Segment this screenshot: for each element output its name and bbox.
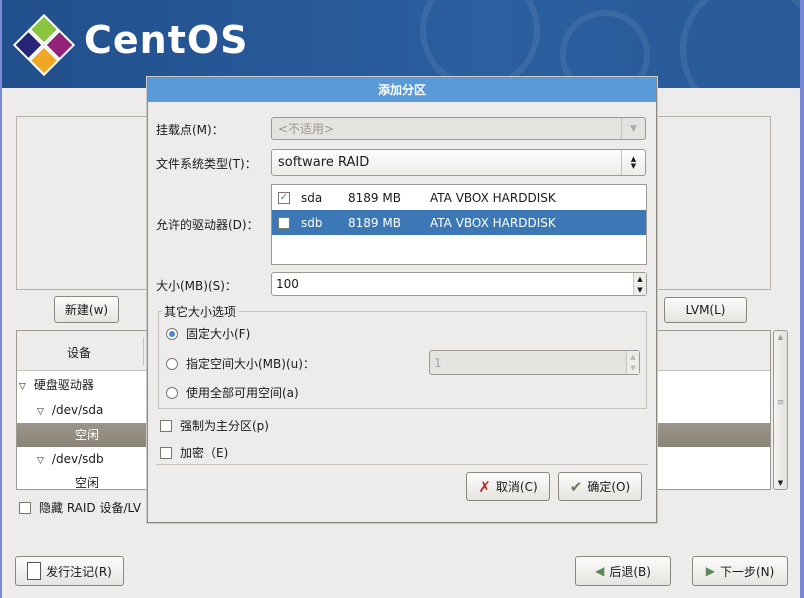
separator bbox=[156, 464, 648, 465]
drives-list[interactable]: ✓ sda 8189 MB ATA VBOX HARDDISK sdb 8189 MB A… bbox=[271, 184, 647, 265]
arrow-left-icon: ◀ bbox=[595, 564, 605, 578]
expander-icon[interactable]: ▽ bbox=[19, 375, 26, 399]
cancel-x-icon: ✗ bbox=[478, 477, 491, 496]
next-label: 下一步(N) bbox=[719, 564, 775, 579]
right-border bbox=[800, 0, 804, 598]
other-size-options-title: 其它大小选项 bbox=[162, 303, 239, 320]
next-button[interactable]: ▶ 下一步(N) bbox=[692, 556, 788, 586]
size-spinner[interactable]: 100 ▲ ▼ bbox=[271, 272, 647, 296]
fs-type-label: 文件系统类型(T)： bbox=[156, 157, 257, 171]
spin-arrows-icon[interactable]: ▲ ▼ bbox=[633, 273, 646, 295]
tree-row-label: 空闲 bbox=[75, 428, 100, 442]
drive-row[interactable]: ✓ sda 8189 MB ATA VBOX HARDDISK bbox=[272, 185, 646, 210]
add-partition-dialog: 添加分区 挂载点(M)： <不适用> ▼ 文件系统类型(T)： software … bbox=[147, 77, 657, 523]
expander-icon[interactable]: ▽ bbox=[37, 449, 44, 473]
radio-selected-icon[interactable] bbox=[166, 327, 178, 340]
fill-to-size-spinner: 1 ▲ ▼ bbox=[429, 350, 640, 375]
drive-size: 8189 MB bbox=[348, 215, 401, 230]
hide-raid-label: 隐藏 RAID 设备/LV bbox=[39, 501, 142, 515]
radio-fixed-size[interactable]: 固定大小(F) bbox=[166, 325, 250, 342]
left-border bbox=[0, 0, 2, 598]
tree-row-label: 硬盘驱动器 bbox=[33, 378, 94, 392]
radio-icon[interactable] bbox=[166, 386, 178, 399]
radio-icon[interactable] bbox=[166, 357, 178, 370]
release-notes-button[interactable]: 发行注记(R) bbox=[15, 556, 124, 586]
drive-row-selected[interactable]: sdb 8189 MB ATA VBOX HARDDISK bbox=[272, 210, 646, 235]
radio-label: 指定空间大小(MB)(u)： bbox=[186, 357, 315, 371]
release-notes-label: 发行注记(R) bbox=[46, 564, 112, 579]
checkbox-checked-icon[interactable]: ✓ bbox=[278, 191, 290, 204]
radio-fill-to-size[interactable]: 指定空间大小(MB)(u)： bbox=[166, 355, 315, 372]
new-button[interactable]: 新建(w) bbox=[54, 296, 119, 323]
drive-name: sda bbox=[301, 190, 323, 205]
spin-arrows-icon: ▲ ▼ bbox=[626, 351, 639, 374]
dialog-title: 添加分区 bbox=[148, 78, 656, 102]
checkbox-icon[interactable] bbox=[160, 446, 172, 459]
drive-model: ATA VBOX HARDDISK bbox=[430, 190, 556, 205]
drives-label: 允许的驱动器(D)： bbox=[156, 218, 259, 232]
document-icon bbox=[27, 562, 42, 580]
tree-row-label: /dev/sda bbox=[51, 403, 104, 417]
cancel-label: 取消(C) bbox=[495, 480, 538, 494]
force-primary-label: 强制为主分区(p) bbox=[180, 419, 269, 433]
radio-label: 固定大小(F) bbox=[186, 327, 251, 341]
chevron-down-icon: ▼ bbox=[621, 118, 645, 139]
cancel-button[interactable]: ✗ 取消(C) bbox=[466, 472, 550, 501]
checkbox-icon[interactable] bbox=[278, 216, 290, 229]
tree-row-label: /dev/sdb bbox=[51, 452, 104, 466]
drive-model: ATA VBOX HARDDISK bbox=[430, 215, 556, 230]
mount-point-value: <不适用> bbox=[278, 122, 335, 136]
ok-label: 确定(O) bbox=[587, 480, 631, 494]
tree-scrollbar[interactable]: ▲ ≡ ▼ bbox=[773, 330, 788, 490]
encrypt-label: 加密（E) bbox=[180, 446, 229, 460]
hide-raid-checkbox[interactable]: 隐藏 RAID 设备/LV bbox=[19, 499, 141, 516]
back-label: 后退(B) bbox=[609, 564, 651, 579]
ok-button[interactable]: ✔ 确定(O) bbox=[558, 472, 642, 501]
size-label: 大小(MB)(S)： bbox=[156, 279, 237, 293]
back-button[interactable]: ◀ 后退(B) bbox=[575, 556, 671, 586]
fill-to-value: 1 bbox=[434, 355, 442, 370]
drive-size: 8189 MB bbox=[348, 190, 401, 205]
checkbox-icon[interactable] bbox=[19, 501, 31, 514]
ok-check-icon: ✔ bbox=[569, 477, 583, 496]
mount-point-combo[interactable]: <不适用> ▼ bbox=[271, 117, 646, 140]
encrypt-checkbox[interactable]: 加密（E) bbox=[160, 444, 228, 461]
drive-name: sdb bbox=[301, 215, 323, 230]
size-value: 100 bbox=[276, 277, 299, 291]
updown-icon: ▲ ▼ bbox=[621, 150, 645, 175]
fs-type-value: software RAID bbox=[278, 155, 370, 170]
radio-label: 使用全部可用空间(a) bbox=[186, 386, 299, 400]
expander-icon[interactable]: ▽ bbox=[37, 400, 44, 424]
force-primary-checkbox[interactable]: 强制为主分区(p) bbox=[160, 417, 269, 434]
centos-logo-text: CentOS bbox=[84, 18, 249, 62]
tree-row-label: 空闲 bbox=[75, 476, 100, 490]
checkbox-icon[interactable] bbox=[160, 419, 172, 432]
centos-logo-icon bbox=[12, 13, 76, 77]
column-header-label: 设备 bbox=[67, 346, 92, 360]
mount-point-label: 挂载点(M)： bbox=[156, 123, 224, 137]
fs-type-select[interactable]: software RAID ▲ ▼ bbox=[271, 149, 646, 176]
lvm-button[interactable]: LVM(L) bbox=[664, 297, 747, 323]
centos-banner: CentOS bbox=[0, 0, 804, 88]
radio-fill-all[interactable]: 使用全部可用空间(a) bbox=[166, 384, 299, 401]
arrow-right-icon: ▶ bbox=[705, 564, 715, 578]
